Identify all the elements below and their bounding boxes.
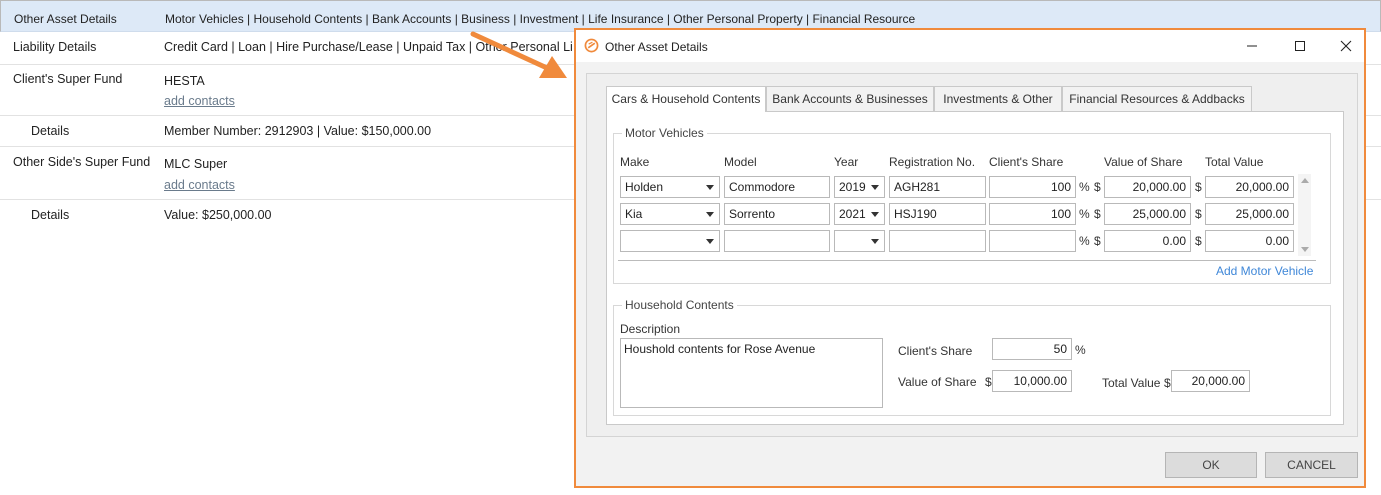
registration-input[interactable]: HSJ190 — [889, 203, 986, 225]
total-value-input[interactable]: 20,000.00 — [1205, 176, 1294, 198]
value-of-share-input[interactable]: 20,000.00 — [1104, 176, 1191, 198]
col-total-value-header: Total Value — [1205, 155, 1264, 169]
vehicles-divider — [618, 260, 1316, 261]
make-select[interactable] — [620, 230, 720, 252]
year-select[interactable] — [834, 230, 885, 252]
annotation-arrow-icon — [470, 31, 567, 78]
row-label: Details — [31, 124, 70, 138]
dollar-symbol: $ — [1094, 234, 1101, 248]
dialog-titlebar[interactable]: Other Asset Details — [576, 30, 1364, 62]
row-label: Other Asset Details — [14, 12, 117, 26]
total-value-input[interactable]: 0.00 — [1205, 230, 1294, 252]
household-total-value-input[interactable]: 20,000.00 — [1171, 370, 1250, 392]
model-input[interactable] — [724, 230, 830, 252]
value-of-share-input[interactable]: 25,000.00 — [1104, 203, 1191, 225]
make-value: Kia — [625, 207, 643, 221]
year-select[interactable]: 2021 — [834, 203, 885, 225]
col-client-share-header: Client's Share — [989, 155, 1064, 169]
make-select[interactable]: Holden — [620, 176, 720, 198]
maximize-icon — [1295, 41, 1305, 51]
col-value-of-share-header: Value of Share — [1104, 155, 1183, 169]
app-logo-icon — [584, 38, 599, 53]
dollar-symbol: $ — [1094, 207, 1101, 221]
dollar-symbol: $ — [1164, 376, 1171, 390]
year-value: 2021 — [839, 207, 866, 221]
dollar-symbol: $ — [1195, 207, 1202, 221]
other-asset-details-dialog: Other Asset Details Cars & Household Con… — [574, 28, 1366, 488]
chevron-down-icon — [871, 185, 879, 190]
row-label: Liability Details — [13, 40, 97, 54]
value-of-share-input[interactable]: 0.00 — [1104, 230, 1191, 252]
model-input[interactable]: Commodore — [724, 176, 830, 198]
household-value-of-share-input[interactable]: 10,000.00 — [992, 370, 1072, 392]
tab-investments-other[interactable]: Investments & Other — [934, 86, 1062, 111]
vehicles-scrollbar[interactable] — [1298, 174, 1311, 256]
percent-symbol: % — [1075, 343, 1086, 357]
year-value: 2019 — [839, 180, 866, 194]
dollar-symbol: $ — [985, 375, 992, 389]
row-value: HESTA — [164, 74, 205, 88]
registration-input[interactable] — [889, 230, 986, 252]
household-client-share-input[interactable]: 50 — [992, 338, 1072, 360]
col-year-header: Year — [834, 155, 859, 169]
tab-financial-resources-addbacks[interactable]: Financial Resources & Addbacks — [1062, 86, 1252, 111]
tab-bank-accounts-businesses[interactable]: Bank Accounts & Businesses — [766, 86, 934, 111]
percent-symbol: % — [1079, 207, 1090, 221]
motor-vehicles-legend: Motor Vehicles — [625, 126, 704, 140]
dollar-symbol: $ — [1195, 180, 1202, 194]
add-motor-vehicle-link[interactable]: Add Motor Vehicle — [1216, 264, 1313, 278]
make-value: Holden — [625, 180, 664, 194]
row-value: Value: $250,000.00 — [164, 208, 272, 222]
client-share-input[interactable] — [989, 230, 1076, 252]
col-make-header: Make — [620, 155, 650, 169]
client-share-label: Client's Share — [898, 344, 973, 358]
scroll-up-icon[interactable] — [1301, 178, 1309, 183]
description-textarea[interactable]: Houshold contents for Rose Avenue — [620, 338, 883, 408]
client-share-input[interactable]: 100 — [989, 203, 1076, 225]
col-registration-header: Registration No. — [889, 155, 976, 169]
minimize-button[interactable] — [1232, 34, 1272, 58]
total-value-input[interactable]: 25,000.00 — [1205, 203, 1294, 225]
make-select[interactable]: Kia — [620, 203, 720, 225]
description-label: Description — [620, 322, 681, 336]
cancel-button[interactable]: CANCEL — [1265, 452, 1358, 478]
tab-content-cars-household: Motor Vehicles Make Model Year Registrat… — [606, 111, 1344, 425]
percent-symbol: % — [1079, 180, 1090, 194]
add-contacts-link[interactable]: add contacts — [164, 178, 235, 192]
client-share-input[interactable]: 100 — [989, 176, 1076, 198]
percent-symbol: % — [1079, 234, 1090, 248]
chevron-down-icon — [706, 212, 714, 217]
maximize-button[interactable] — [1280, 34, 1320, 58]
row-value: Member Number: 2912903 | Value: $150,000… — [164, 124, 432, 138]
total-value-label: Total Value — [1102, 376, 1161, 390]
scroll-down-icon[interactable] — [1301, 247, 1309, 252]
dialog-title: Other Asset Details — [605, 40, 708, 54]
minimize-icon — [1247, 45, 1257, 47]
chevron-down-icon — [871, 239, 879, 244]
chevron-down-icon — [871, 212, 879, 217]
row-label: Other Side's Super Fund — [13, 155, 151, 169]
row-value: MLC Super — [164, 157, 228, 171]
dollar-symbol: $ — [1195, 234, 1202, 248]
row-value: Motor Vehicles | Household Contents | Ba… — [165, 12, 916, 26]
col-model-header: Model — [724, 155, 757, 169]
year-select[interactable]: 2019 — [834, 176, 885, 198]
close-button[interactable] — [1326, 34, 1366, 58]
close-icon — [1340, 40, 1352, 52]
row-label: Client's Super Fund — [13, 72, 123, 86]
model-input[interactable]: Sorrento — [724, 203, 830, 225]
add-contacts-link[interactable]: add contacts — [164, 94, 235, 108]
chevron-down-icon — [706, 185, 714, 190]
registration-input[interactable]: AGH281 — [889, 176, 986, 198]
chevron-down-icon — [706, 239, 714, 244]
ok-button[interactable]: OK — [1165, 452, 1257, 478]
row-label: Details — [31, 208, 70, 222]
household-contents-legend: Household Contents — [625, 298, 734, 312]
tab-cars-household-contents[interactable]: Cars & Household Contents — [606, 86, 766, 112]
dollar-symbol: $ — [1094, 180, 1101, 194]
value-of-share-label: Value of Share — [898, 375, 977, 389]
